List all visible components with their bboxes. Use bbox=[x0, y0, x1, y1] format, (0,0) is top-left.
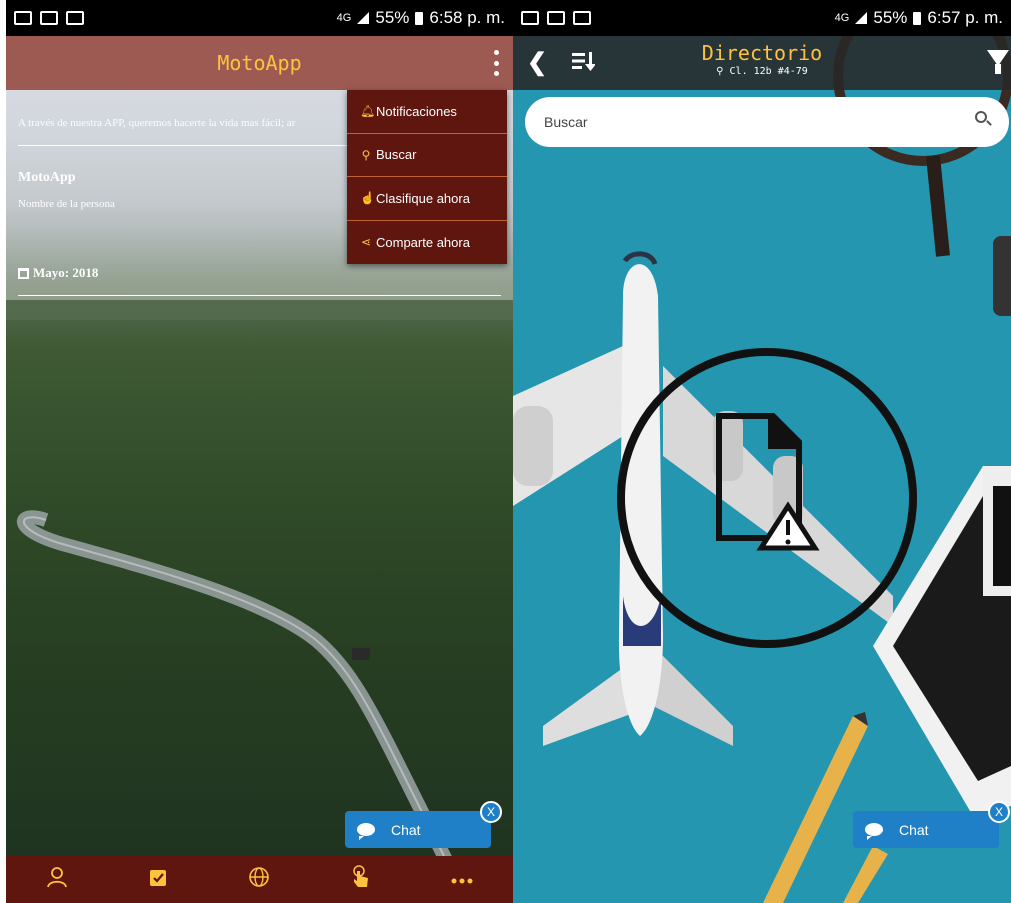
options-menu: 🔔︎ Notificaciones ⚲ Buscar ☝ Clasifique … bbox=[347, 90, 507, 264]
battery-icon bbox=[913, 11, 922, 25]
chat-close-button[interactable]: X bbox=[480, 801, 502, 823]
thumbs-up-icon: ☝ bbox=[360, 191, 375, 206]
photo-icon bbox=[40, 11, 58, 25]
menu-item-label: Notificaciones bbox=[376, 103, 457, 119]
chat-button[interactable]: Chat bbox=[853, 811, 999, 848]
network-label: 4G bbox=[834, 12, 850, 24]
divider bbox=[18, 145, 348, 146]
search-input[interactable]: Buscar bbox=[525, 97, 1009, 147]
right-phone-screen: 4G 55% 6:57 p. m. ❮ Directorio ⚲ Cl. 12b… bbox=[513, 0, 1011, 903]
card-icon bbox=[66, 11, 84, 25]
globe-icon[interactable] bbox=[239, 866, 279, 894]
signal-icon bbox=[357, 12, 370, 24]
bottom-nav bbox=[6, 856, 513, 903]
location-pin-icon: ⚲ bbox=[716, 66, 724, 77]
network-label: 4G bbox=[336, 12, 352, 24]
bell-icon: 🔔︎ bbox=[360, 104, 376, 119]
menu-item-label: Comparte ahora bbox=[376, 234, 470, 250]
profile-name: MotoApp bbox=[18, 170, 76, 185]
gallery-icon bbox=[14, 11, 32, 25]
status-time: 6:57 p. m. bbox=[927, 8, 1003, 27]
status-bar: 4G 55% 6:57 p. m. bbox=[513, 0, 1011, 36]
profile-subtitle: Nombre de la persona bbox=[18, 198, 115, 210]
date-row: Mayo: 2018 bbox=[18, 265, 98, 281]
signal-icon bbox=[855, 12, 868, 24]
more-options-icon[interactable] bbox=[491, 50, 501, 76]
menu-item-comparte[interactable]: ⋖ Comparte ahora bbox=[347, 221, 507, 265]
divider bbox=[18, 295, 501, 296]
desk-illustration bbox=[513, 36, 1011, 903]
calendar-icon bbox=[18, 267, 29, 279]
menu-item-label: Buscar bbox=[376, 147, 417, 163]
menu-item-buscar[interactable]: ⚲ Buscar bbox=[347, 134, 507, 177]
address-label: Cl. 12b #4-79 bbox=[729, 66, 808, 77]
left-phone-screen: 4G 55% 6:58 p. m. MotoApp A través de nu… bbox=[6, 0, 513, 903]
date-label: Mayo: 2018 bbox=[33, 265, 99, 280]
card-icon bbox=[573, 11, 591, 25]
battery-percent: 55% bbox=[375, 8, 410, 27]
page-title: Directorio bbox=[701, 41, 823, 65]
battery-percent: 55% bbox=[873, 8, 908, 27]
menu-item-notificaciones[interactable]: 🔔︎ Notificaciones bbox=[347, 90, 507, 134]
checklist-icon[interactable] bbox=[138, 866, 178, 894]
more-icon[interactable] bbox=[442, 868, 482, 891]
menu-item-clasifique[interactable]: ☝ Clasifique ahora bbox=[347, 177, 507, 221]
photo-icon bbox=[547, 11, 565, 25]
filter-icon[interactable] bbox=[987, 50, 1009, 74]
battery-icon bbox=[415, 11, 424, 25]
gallery-icon bbox=[521, 11, 539, 25]
chat-icon bbox=[865, 823, 883, 840]
address-row: ⚲ Cl. 12b #4-79 bbox=[513, 66, 1011, 77]
search-icon: ⚲ bbox=[361, 147, 371, 162]
chat-button[interactable]: Chat bbox=[345, 811, 491, 848]
chat-label: Chat bbox=[391, 821, 421, 838]
app-bar: ❮ Directorio ⚲ Cl. 12b #4-79 bbox=[513, 36, 1011, 90]
search-icon[interactable] bbox=[975, 111, 987, 123]
user-icon[interactable] bbox=[37, 866, 77, 894]
status-time: 6:58 p. m. bbox=[429, 8, 505, 27]
touch-icon[interactable] bbox=[341, 864, 381, 895]
search-placeholder: Buscar bbox=[544, 114, 588, 130]
status-bar: 4G 55% 6:58 p. m. bbox=[6, 0, 513, 36]
chat-label: Chat bbox=[899, 821, 929, 838]
menu-item-label: Clasifique ahora bbox=[376, 190, 470, 206]
intro-text: A través de nuestra APP, queremos hacert… bbox=[18, 117, 296, 129]
chat-icon bbox=[357, 823, 375, 840]
chat-close-button[interactable]: X bbox=[988, 801, 1010, 823]
share-icon: ⋖ bbox=[360, 235, 372, 250]
app-title: MotoApp bbox=[217, 51, 302, 75]
app-bar: MotoApp bbox=[6, 36, 513, 90]
